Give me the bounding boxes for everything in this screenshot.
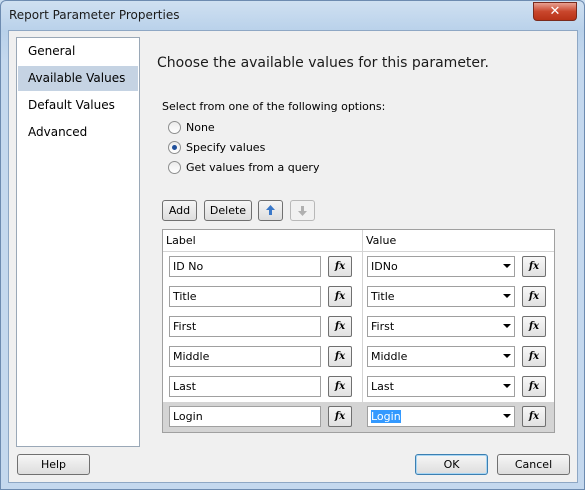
option-none-label: None — [186, 121, 215, 134]
value-expression-button[interactable]: fx — [522, 346, 546, 367]
nav-item-default-values[interactable]: Default Values — [18, 93, 138, 118]
label-column-header: Label — [163, 230, 362, 252]
nav-panel: General Available Values Default Values … — [16, 37, 140, 447]
radio-query[interactable] — [168, 161, 181, 174]
nav-item-advanced[interactable]: Advanced — [18, 120, 138, 145]
value-text: Last — [371, 380, 394, 393]
chevron-down-icon — [503, 264, 511, 268]
move-up-button[interactable] — [258, 200, 283, 221]
arrow-down-icon — [298, 206, 307, 216]
table-row-selected[interactable]: Login fx Login fx — [163, 402, 554, 432]
value-text: IDNo — [371, 260, 398, 273]
value-dropdown[interactable]: Middle — [367, 346, 515, 367]
label-expression-button[interactable]: fx — [328, 286, 352, 307]
label-field[interactable]: Middle — [169, 346, 321, 367]
dialog-client: General Available Values Default Values … — [8, 30, 578, 483]
table-row[interactable]: Last fx Last fx — [163, 372, 554, 402]
label-expression-button[interactable]: fx — [328, 346, 352, 367]
chevron-down-icon — [503, 384, 511, 388]
radio-none[interactable] — [168, 121, 181, 134]
value-expression-button[interactable]: fx — [522, 376, 546, 397]
close-icon: ✕ — [549, 4, 561, 19]
value-expression-button[interactable]: fx — [522, 286, 546, 307]
option-query-label: Get values from a query — [186, 161, 320, 174]
value-text: Middle — [371, 350, 408, 363]
value-dropdown[interactable]: Title — [367, 286, 515, 307]
value-dropdown[interactable]: Login — [367, 406, 515, 427]
radio-specify-values[interactable] — [168, 141, 181, 154]
help-button[interactable]: Help — [17, 454, 90, 475]
cancel-button[interactable]: Cancel — [497, 454, 570, 475]
value-dropdown[interactable]: IDNo — [367, 256, 515, 277]
ok-button[interactable]: OK — [415, 454, 488, 475]
label-expression-button[interactable]: fx — [328, 316, 352, 337]
value-dropdown[interactable]: First — [367, 316, 515, 337]
delete-button[interactable]: Delete — [204, 200, 252, 221]
label-field[interactable]: ID No — [169, 256, 321, 277]
label-field[interactable]: Title — [169, 286, 321, 307]
label-expression-button[interactable]: fx — [328, 406, 352, 427]
value-column-header: Value — [363, 230, 554, 252]
value-text: Login — [371, 410, 401, 423]
label-expression-button[interactable]: fx — [328, 376, 352, 397]
add-button[interactable]: Add — [162, 200, 197, 221]
table-row[interactable]: First fx First fx — [163, 312, 554, 342]
value-text: First — [371, 320, 395, 333]
table-row[interactable]: Middle fx Middle fx — [163, 342, 554, 372]
chevron-down-icon — [503, 324, 511, 328]
label-field[interactable]: Last — [169, 376, 321, 397]
move-down-button[interactable] — [290, 200, 315, 221]
arrow-up-icon — [266, 205, 275, 215]
options-label: Select from one of the following options… — [162, 100, 386, 113]
nav-item-general[interactable]: General — [18, 39, 138, 64]
close-button[interactable]: ✕ — [533, 2, 577, 21]
option-specify-values-label: Specify values — [186, 141, 266, 154]
dialog-window: Report Parameter Properties ✕ General Av… — [0, 0, 585, 490]
chevron-down-icon — [503, 354, 511, 358]
table-row[interactable]: Title fx Title fx — [163, 282, 554, 312]
chevron-down-icon — [503, 294, 511, 298]
value-expression-button[interactable]: fx — [522, 256, 546, 277]
chevron-down-icon — [503, 414, 511, 418]
label-field[interactable]: Login — [169, 406, 321, 427]
value-expression-button[interactable]: fx — [522, 406, 546, 427]
page-title: Choose the available values for this par… — [157, 55, 489, 71]
value-dropdown[interactable]: Last — [367, 376, 515, 397]
value-expression-button[interactable]: fx — [522, 316, 546, 337]
values-grid: Label Value ID No fx IDNo fx Title fx Ti… — [162, 229, 555, 433]
title-bar[interactable]: Report Parameter Properties ✕ — [1, 1, 584, 31]
table-row[interactable]: ID No fx IDNo fx — [163, 252, 554, 282]
label-field[interactable]: First — [169, 316, 321, 337]
value-text: Title — [371, 290, 395, 303]
nav-item-available-values[interactable]: Available Values — [18, 66, 138, 91]
window-title: Report Parameter Properties — [9, 8, 180, 22]
label-expression-button[interactable]: fx — [328, 256, 352, 277]
